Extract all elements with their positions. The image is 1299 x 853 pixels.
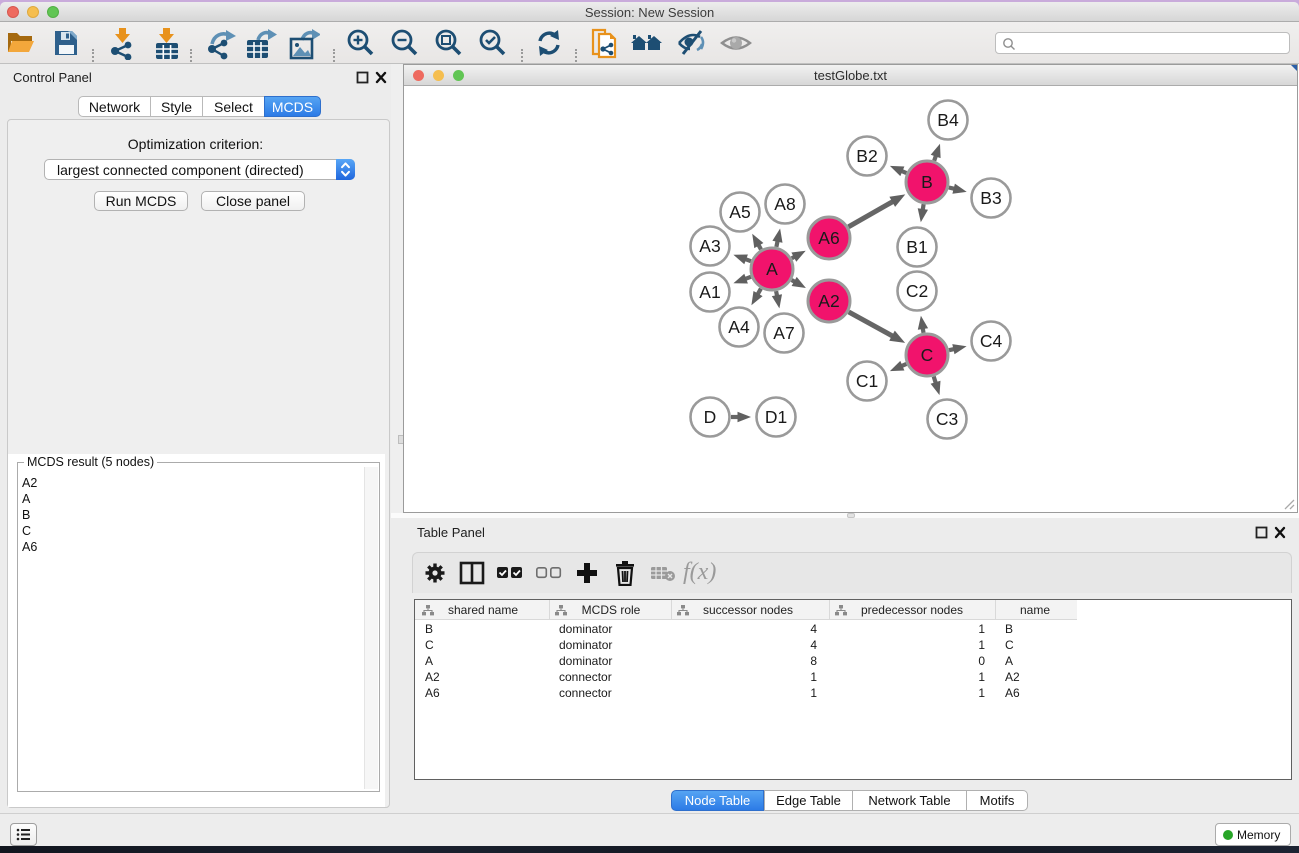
svg-text:D1: D1 [765,407,787,427]
svg-text:B3: B3 [980,188,1001,208]
svg-text:A2: A2 [818,291,839,311]
svg-text:C: C [921,345,934,365]
svg-text:C1: C1 [856,371,878,391]
svg-text:B: B [921,172,933,192]
svg-text:A: A [766,259,778,279]
svg-text:A5: A5 [729,202,750,222]
svg-text:B4: B4 [937,110,959,130]
svg-text:C2: C2 [906,281,928,301]
svg-text:B2: B2 [856,146,877,166]
svg-text:C3: C3 [936,409,958,429]
svg-text:A7: A7 [773,323,794,343]
svg-text:A6: A6 [818,228,839,248]
svg-text:A1: A1 [699,282,720,302]
svg-text:A4: A4 [728,317,750,337]
svg-text:D: D [704,407,717,427]
svg-text:A8: A8 [774,194,795,214]
svg-text:C4: C4 [980,331,1003,351]
svg-text:A3: A3 [699,236,720,256]
svg-text:B1: B1 [906,237,927,257]
